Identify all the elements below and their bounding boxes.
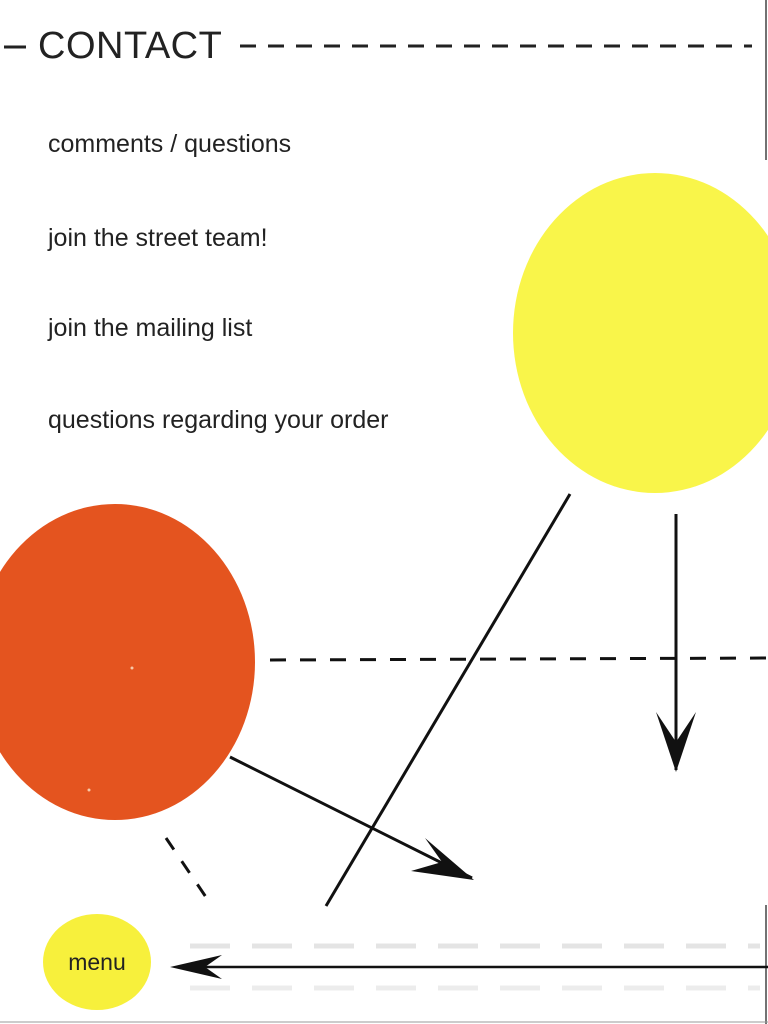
diagonal-arrow-head [411, 838, 474, 880]
orange-circle [0, 504, 255, 820]
yellow-circle [513, 173, 768, 493]
orange-speck [87, 788, 91, 792]
nav-link-mailing-list[interactable]: join the mailing list [48, 312, 252, 344]
nav-link-comments-questions[interactable]: comments / questions [48, 128, 291, 160]
orange-speck [130, 666, 134, 670]
nav-link-order-questions[interactable]: questions regarding your order [48, 404, 388, 436]
lower-left-dashes [164, 837, 214, 907]
diagonal-arrow-shaft [229, 755, 473, 880]
diagonal-line [324, 493, 572, 907]
middle-dashed-line [269, 656, 768, 662]
nav-link-street-team[interactable]: join the street team! [48, 222, 268, 254]
menu-button[interactable]: menu [43, 914, 151, 1010]
page-title: CONTACT [38, 24, 237, 68]
